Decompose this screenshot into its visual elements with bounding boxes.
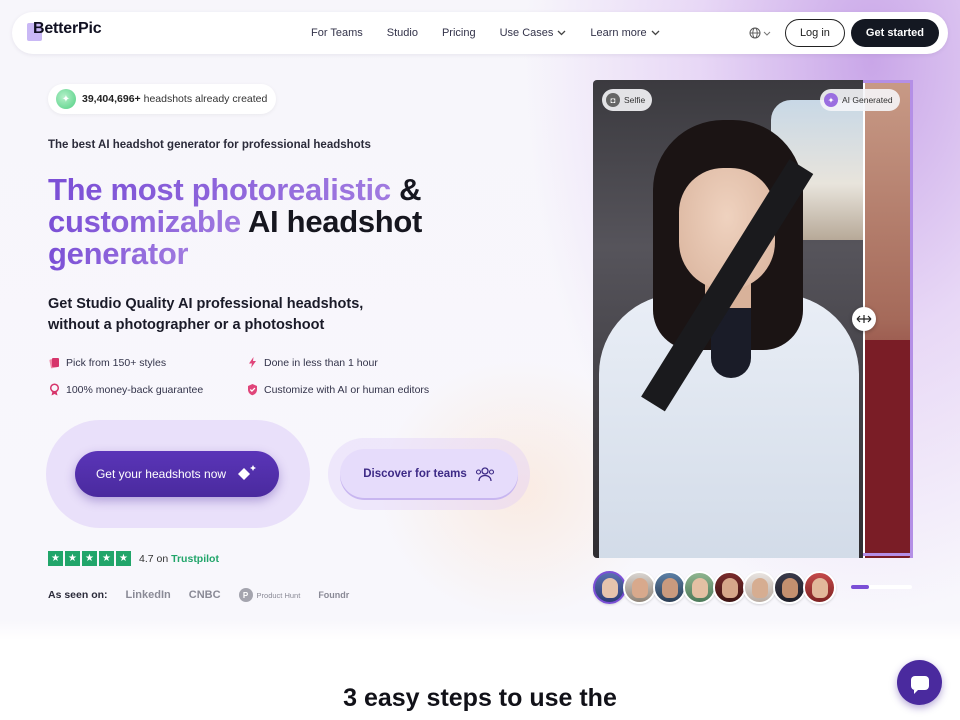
logo-text: BetterPic	[33, 20, 102, 37]
foundr-logo: Foundr	[318, 590, 350, 600]
sparkle-icon: ✦	[56, 89, 76, 109]
star-icon: ★	[116, 551, 131, 566]
cnbc-logo: CNBC	[188, 589, 221, 601]
camera-icon: ◘	[606, 93, 620, 107]
hero-headline: The most photorealistic & customizable A…	[48, 174, 478, 270]
shield-check-icon	[248, 384, 257, 396]
nav-links: For Teams Studio Pricing Use Cases Learn…	[311, 12, 684, 54]
top-navigation: BetterPic For Teams Studio Pricing Use C…	[12, 12, 948, 54]
as-seen-on-label: As seen on:	[48, 589, 108, 601]
star-icon: ★	[48, 551, 63, 566]
login-button[interactable]: Log in	[784, 19, 845, 47]
avatar[interactable]	[683, 571, 716, 604]
feature-label: Done in less than 1 hour	[264, 356, 378, 369]
feature-label: Pick from 150+ styles	[66, 356, 167, 369]
rating-stars: ★ ★ ★ ★ ★	[48, 551, 131, 566]
as-seen-on: As seen on: LinkedIn CNBC P Product Hunt …	[48, 588, 349, 602]
headline-accent-3: generator	[48, 236, 189, 271]
headline-accent-2: customizable	[48, 204, 241, 239]
avatar[interactable]	[743, 571, 776, 604]
ai-generated-tag: ✦ AI Generated	[820, 89, 900, 111]
arrows-horizontal-icon	[856, 315, 872, 323]
nav-link-label: For Teams	[311, 27, 363, 39]
feature-item: Pick from 150+ styles	[48, 356, 166, 369]
get-headshots-button[interactable]: Get your headshots now	[75, 451, 279, 497]
nav-link-label: Use Cases	[499, 27, 554, 39]
discover-teams-button[interactable]: Discover for teams	[340, 449, 518, 498]
chat-button[interactable]	[897, 660, 942, 705]
nav-actions: Log in Get started	[749, 19, 939, 47]
feature-label: 100% money-back guarantee	[66, 383, 204, 396]
carousel-progress	[851, 585, 912, 589]
generated-frame-border	[910, 80, 913, 558]
nav-link-studio[interactable]: Studio	[387, 27, 418, 39]
carousel-progress-fill	[851, 585, 870, 589]
hero-subhead: Get Studio Quality AI professional heads…	[48, 296, 364, 333]
headline-dark: AI headshot	[247, 204, 423, 239]
headshots-count-text: 39,404,696+ headshots already created	[82, 93, 267, 105]
nav-link-label: Pricing	[441, 27, 476, 39]
rating-on: on	[156, 552, 169, 565]
award-ribbon-icon	[49, 383, 60, 396]
headline-ampersand: &	[399, 172, 422, 207]
nav-link-label: Studio	[386, 27, 418, 39]
headshots-count-number: 39,404,696+	[82, 93, 141, 105]
logo[interactable]: BetterPic	[27, 20, 102, 41]
nav-link-pricing[interactable]: Pricing	[442, 27, 476, 39]
avatar[interactable]	[713, 571, 746, 604]
lightning-icon	[249, 357, 256, 368]
product-hunt-logo: P Product Hunt	[238, 588, 301, 602]
chevron-down-icon	[651, 30, 660, 36]
headline-accent-1: The most photorealistic	[48, 172, 391, 207]
ai-sparkle-icon: ✦	[824, 93, 838, 107]
star-icon: ★	[82, 551, 97, 566]
get-headshots-label: Get your headshots now	[95, 467, 227, 481]
chevron-down-icon	[763, 31, 771, 36]
headshots-count-badge: ✦ 39,404,696+ headshots already created	[48, 84, 276, 114]
avatar[interactable]	[773, 571, 806, 604]
rating-text: 4.7 on Trustpilot	[139, 553, 219, 565]
trustpilot-rating[interactable]: ★ ★ ★ ★ ★ 4.7 on Trustpilot	[48, 551, 219, 566]
star-icon: ★	[99, 551, 114, 566]
avatar[interactable]	[803, 571, 836, 604]
comparison-slider-handle[interactable]	[852, 307, 876, 331]
generated-shirt	[865, 340, 912, 558]
trustpilot-brand: Trustpilot	[171, 552, 219, 565]
nav-link-label: Learn more	[590, 27, 647, 39]
hero-tagline: The best AI headshot generator for profe…	[48, 139, 371, 151]
avatar[interactable]	[593, 571, 626, 604]
nav-link-for-teams[interactable]: For Teams	[311, 27, 363, 39]
chevron-down-icon	[557, 30, 566, 36]
feature-item: 100% money-back guarantee	[48, 383, 203, 396]
team-users-icon	[475, 466, 494, 481]
example-avatars	[593, 571, 836, 604]
generated-frame-border	[863, 553, 913, 556]
language-selector[interactable]	[749, 27, 771, 39]
nav-link-use-cases[interactable]: Use Cases	[500, 27, 567, 39]
linkedin-logo: LinkedIn	[125, 589, 171, 601]
sparkle-diamond-icon	[238, 465, 257, 480]
avatar[interactable]	[653, 571, 686, 604]
star-icon: ★	[65, 551, 80, 566]
nav-link-learn-more[interactable]: Learn more	[590, 27, 660, 39]
rating-value: 4.7	[139, 552, 154, 565]
ai-generated-tag-label: AI Generated	[842, 95, 893, 105]
styles-cards-icon	[49, 358, 59, 369]
product-hunt-label: Product Hunt	[256, 590, 301, 600]
feature-item: Customize with AI or human editors	[246, 383, 429, 396]
headshots-count-suffix: headshots already created	[143, 93, 268, 105]
selfie-tag-label: Selfie	[624, 95, 646, 105]
chat-bubble-icon	[910, 675, 929, 694]
discover-teams-label: Discover for teams	[363, 467, 467, 480]
selfie-photo	[593, 80, 863, 558]
generated-frame-border	[863, 80, 913, 83]
feature-label: Customize with AI or human editors	[264, 383, 430, 396]
avatar[interactable]	[623, 571, 656, 604]
selfie-tag: ◘ Selfie	[602, 89, 653, 111]
globe-icon	[749, 27, 761, 39]
feature-item: Done in less than 1 hour	[246, 356, 378, 369]
product-hunt-icon: P	[238, 588, 253, 602]
get-started-button[interactable]: Get started	[850, 19, 939, 47]
steps-section-title: 3 easy steps to use the	[343, 684, 617, 712]
